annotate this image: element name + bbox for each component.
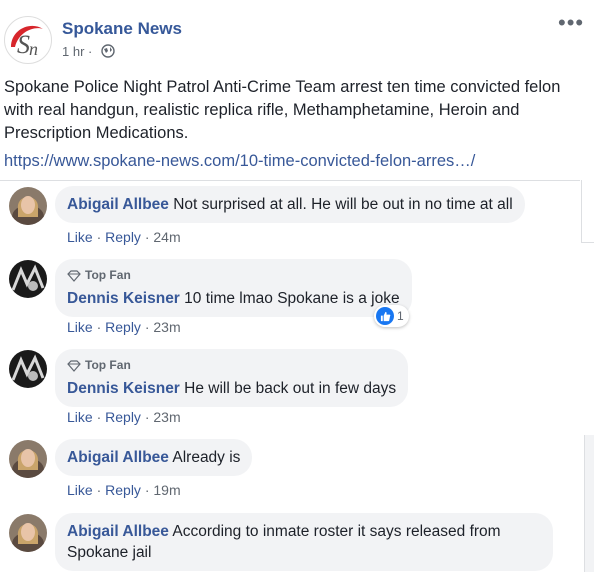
avatar-photo-icon <box>9 514 47 552</box>
like-reaction-icon <box>376 307 394 325</box>
separator: · <box>96 409 102 425</box>
avatar-abigail[interactable] <box>9 440 47 478</box>
comment-bubble: Top Fan Dennis Keisner He will be back o… <box>55 349 409 407</box>
avatar-abigail[interactable] <box>9 187 47 225</box>
avatar-photo-icon <box>9 440 47 478</box>
reaction-number: 1 <box>397 309 404 323</box>
svg-text:n: n <box>29 39 38 59</box>
comment-text: Not surprised at all. He will be out in … <box>173 196 513 213</box>
reply-button[interactable]: Reply <box>105 229 141 245</box>
comment-actions: Like · Reply · 23m <box>67 319 181 335</box>
avatar-photo-icon <box>9 260 47 298</box>
top-fan-label: Top Fan <box>85 358 131 372</box>
post-timestamp[interactable]: 1 hr · <box>62 44 92 59</box>
page-name[interactable]: Spokane News <box>62 19 182 39</box>
like-button[interactable]: Like <box>67 409 93 425</box>
comment-actions: Like · Reply · 24m <box>67 229 181 245</box>
comment-time[interactable]: 23m <box>153 409 180 425</box>
side-panel-edge-lower <box>584 435 594 572</box>
more-options-icon[interactable]: ••• <box>558 12 584 34</box>
comment-actions: Like · Reply · 19m <box>67 482 181 498</box>
comment-author[interactable]: Dennis Keisner <box>67 290 180 307</box>
top-fan-label: Top Fan <box>85 268 131 282</box>
like-button[interactable]: Like <box>67 229 93 245</box>
comment-author[interactable]: Abigail Allbee <box>67 449 169 466</box>
like-button[interactable]: Like <box>67 319 93 335</box>
comment-actions: Like · Reply · 23m <box>67 409 181 425</box>
reply-button[interactable]: Reply <box>105 409 141 425</box>
comment-time[interactable]: 19m <box>153 482 180 498</box>
comment-time[interactable]: 23m <box>153 319 180 335</box>
post-header: S n Spokane News 1 hr · ••• <box>0 0 594 70</box>
separator: · <box>96 319 102 335</box>
side-panel-edge <box>581 180 594 243</box>
separator: · <box>144 319 150 335</box>
comment-bubble: Abigail Allbee Not surprised at all. He … <box>55 186 525 223</box>
comment-text: Already is <box>172 449 241 466</box>
page-logo[interactable]: S n <box>4 16 52 64</box>
post-text: Spokane Police Night Patrol Anti-Crime T… <box>4 78 561 142</box>
comment-author[interactable]: Abigail Allbee <box>67 196 169 213</box>
separator: · <box>144 409 150 425</box>
comment-text: 10 time lmao Spokane is a joke <box>184 290 400 307</box>
separator: · <box>144 482 150 498</box>
separator: · <box>96 229 102 245</box>
top-fan-badge: Top Fan <box>67 265 400 286</box>
reaction-count[interactable]: 1 <box>374 305 409 327</box>
like-button[interactable]: Like <box>67 482 93 498</box>
comment-time[interactable]: 24m <box>153 229 180 245</box>
reply-button[interactable]: Reply <box>105 482 141 498</box>
comment-bubble: Top Fan Dennis Keisner 10 time lmao Spok… <box>55 259 412 317</box>
post-link[interactable]: https://www.spokane-news.com/10-time-con… <box>4 152 475 171</box>
diamond-icon <box>67 269 81 282</box>
avatar-dennis[interactable] <box>9 350 47 388</box>
avatar-dennis[interactable] <box>9 260 47 298</box>
separator: · <box>96 482 102 498</box>
comment-text: He will be back out in few days <box>184 380 397 397</box>
reply-button[interactable]: Reply <box>105 319 141 335</box>
diamond-icon <box>67 359 81 372</box>
avatar-photo-icon <box>9 350 47 388</box>
comment-author[interactable]: Abigail Allbee <box>67 523 169 540</box>
avatar-abigail[interactable] <box>9 514 47 552</box>
comment-bubble: Abigail Allbee Already is <box>55 439 253 476</box>
avatar-photo-icon <box>9 187 47 225</box>
separator: · <box>144 229 150 245</box>
globe-icon <box>101 44 115 58</box>
spokane-news-logo-icon: S n <box>6 18 50 62</box>
comment-bubble: Abigail Allbee According to inmate roste… <box>55 513 553 571</box>
comment-author[interactable]: Dennis Keisner <box>67 380 180 397</box>
top-fan-badge: Top Fan <box>67 355 396 376</box>
comments-divider <box>0 180 580 181</box>
